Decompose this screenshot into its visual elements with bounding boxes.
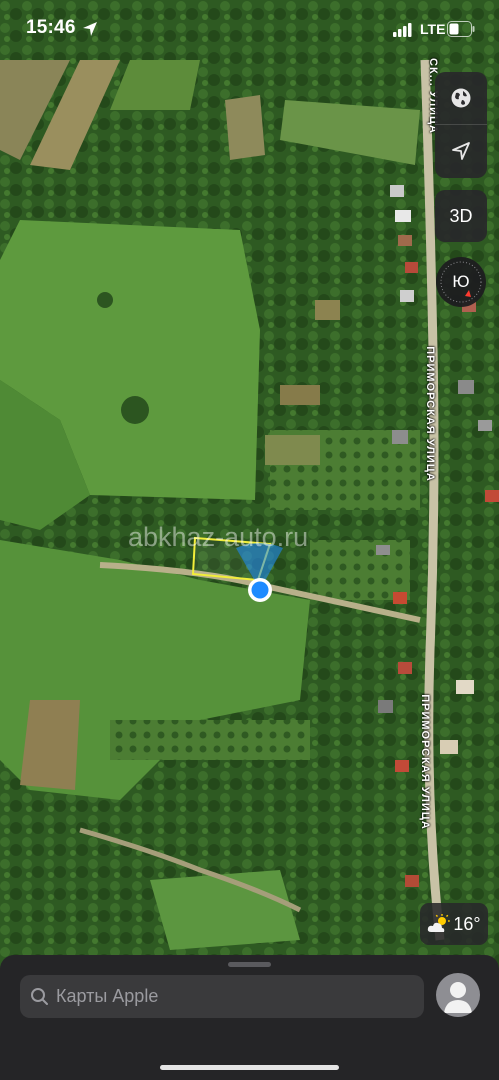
weather-badge[interactable]: 16° [420, 903, 488, 945]
home-indicator [160, 1065, 339, 1070]
cloud-sun-icon [428, 914, 451, 932]
map-controls [435, 72, 487, 178]
road-label-primorskaya-1: ПРИМОРСКАЯ УЛИЦА [423, 346, 436, 482]
compass-direction: Ю [452, 272, 470, 291]
watermark: abkhaz-auto.ru [128, 522, 309, 552]
location-arrow-icon [452, 142, 470, 160]
network-type: LTE [420, 21, 446, 37]
search-input[interactable]: Карты Apple [56, 975, 158, 1018]
account-button[interactable] [436, 973, 480, 1017]
status-bar: 15:46 LTE [0, 0, 499, 60]
person-icon [444, 982, 472, 1013]
3d-button[interactable]: 3D [435, 190, 487, 242]
sheet-grabber[interactable] [228, 962, 271, 967]
cellular-signal-icon [393, 23, 412, 37]
map-mode-button[interactable] [435, 72, 487, 124]
bottom-sheet[interactable]: Карты Apple [0, 955, 499, 1080]
search-icon [31, 988, 48, 1005]
status-time: 15:46 [26, 17, 76, 38]
road-label-primorskaya-2: ПРИМОРСКАЯ УЛИЦА [418, 694, 431, 830]
battery-icon [447, 21, 475, 37]
location-services-icon [83, 22, 97, 36]
temperature: 16° [453, 913, 481, 934]
search-bar[interactable]: Карты Apple [20, 975, 424, 1018]
3d-label: 3D [449, 205, 473, 226]
locate-me-button[interactable] [435, 125, 487, 177]
globe-icon [451, 88, 471, 108]
compass-button[interactable]: Ю [435, 256, 487, 308]
